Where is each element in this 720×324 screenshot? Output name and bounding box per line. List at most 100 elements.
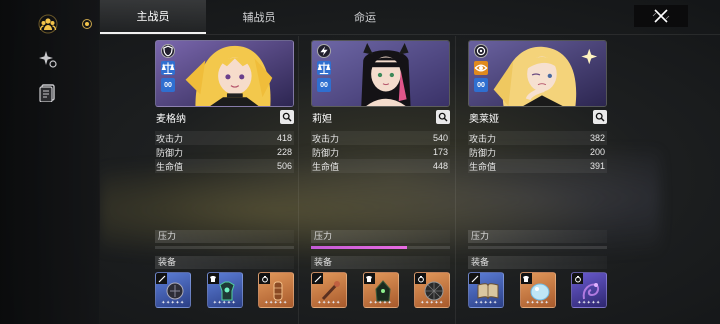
card-icon[interactable] [36,80,60,104]
close-button[interactable] [634,5,688,27]
operator-card: 00 莉妲 攻击力 540 防御力 173 生命值 448 压力 装备 ✦✦✦✦✦ ✦… [298,36,454,324]
pressure-label: 压力 [468,230,607,243]
stat-value: 382 [589,133,605,143]
search-icon [282,112,292,122]
stat-defense: 防御力 173 [311,145,450,159]
inspect-button[interactable] [436,110,450,124]
stat-label: 防御力 [469,147,497,158]
pressure-bar [311,246,450,249]
stat-hp: 生命值 506 [155,159,294,173]
inspect-button[interactable] [280,110,294,124]
search-icon [438,112,448,122]
stat-attack: 攻击力 418 [155,131,294,145]
stat-label: 生命值 [469,161,497,172]
operator-name: 奥莱娅 [469,113,499,125]
stat-label: 生命值 [312,161,340,172]
inspect-button[interactable] [593,110,607,124]
equipment-label: 装备 [468,256,607,269]
rarity-stars: ✦✦✦✦✦ [420,300,444,306]
equipment-slot-ring[interactable]: ✦✦✦✦✦ [258,272,294,308]
equipment-label: 装备 [311,256,450,269]
operator-card: 00 麦格纳 攻击力 418 防御力 228 生命值 506 压力 装备 ✦✦✦✦✦ … [142,36,298,324]
scales-icon [317,61,331,75]
sidebar [0,0,100,324]
stat-value: 418 [276,133,292,143]
stats-list: 攻击力 540 防御力 173 生命值 448 [311,131,450,173]
search-icon [595,112,605,122]
rank-badge: 00 [474,78,488,92]
equipment-slot-armor[interactable]: ✦✦✦✦✦ [362,272,399,308]
stats-list: 攻击力 418 防御力 228 生命值 506 [155,131,294,173]
close-icon [652,9,670,23]
rarity-stars: ✦✦✦✦✦ [525,300,550,306]
operator-name-row: 麦格纳 [155,109,294,125]
operator-name: 麦格纳 [156,113,186,125]
tab-destiny[interactable]: 命运 [312,0,418,34]
stat-label: 攻击力 [469,133,497,144]
stat-label: 攻击力 [312,133,340,144]
rarity-stars: ✦✦✦✦✦ [264,300,288,306]
operator-name-row: 奥莱娅 [468,109,607,125]
equipment-slots: ✦✦✦✦✦ ✦✦✦✦✦ ✦✦✦✦✦ [468,272,607,308]
pressure-label: 压力 [311,230,450,243]
stat-attack: 攻击力 540 [311,131,450,145]
scales-icon [161,61,175,75]
selection-marker-icon [82,19,92,29]
equipment-slot-weapon[interactable]: ✦✦✦✦✦ [311,272,347,308]
rarity-stars: ✦✦✦✦✦ [368,300,393,306]
operator-name-row: 莉妲 [311,109,450,125]
rarity-stars: ✦✦✦✦✦ [577,300,601,306]
equipment-slot-armor[interactable]: ✦✦✦✦✦ [206,272,243,308]
stat-label: 防御力 [156,147,184,158]
pressure-bar [468,246,607,249]
operator-portrait[interactable]: 00 [311,40,450,107]
stat-hp: 生命值 448 [311,159,450,173]
equipment-label: 装备 [155,256,294,269]
stats-list: 攻击力 382 防御力 200 生命值 391 [468,131,607,173]
stat-defense: 防御力 228 [155,145,294,159]
stat-attack: 攻击力 382 [468,131,607,145]
operator-card: 00 奥莱娅 攻击力 382 防御力 200 生命值 391 压力 装备 ✦✦✦✦✦ … [455,36,611,324]
equipment-slot-armor[interactable]: ✦✦✦✦✦ [519,272,556,308]
pressure-fill [311,246,407,249]
operator-portrait[interactable]: 00 [468,40,607,107]
rank-badge: 00 [317,78,331,92]
pressure-bar [155,246,294,249]
equipment-slot-weapon[interactable]: ✦✦✦✦✦ [155,272,191,308]
shield-icon [161,44,175,58]
rarity-stars: ✦✦✦✦✦ [161,300,185,306]
lightning-icon [317,44,331,58]
sparkle-icon[interactable] [36,47,60,71]
eye-icon [474,61,488,75]
operator-portrait[interactable]: 00 [155,40,294,107]
rarity-stars: ✦✦✦✦✦ [474,300,498,306]
equipment-slot-ring[interactable]: ✦✦✦✦✦ [414,272,450,308]
tab-support-operators[interactable]: 辅战员 [206,0,312,34]
stat-value: 228 [276,147,292,157]
stat-label: 生命值 [156,161,184,172]
stat-value: 540 [432,133,448,143]
tab-main-operators[interactable]: 主战员 [100,0,206,34]
stat-hp: 生命值 391 [468,159,607,173]
rarity-stars: ✦✦✦✦✦ [212,300,237,306]
rarity-stars: ✦✦✦✦✦ [317,300,341,306]
squad-icon[interactable] [36,12,60,36]
equipment-slots: ✦✦✦✦✦ ✦✦✦✦✦ ✦✦✦✦✦ [311,272,450,308]
stat-value: 391 [589,161,605,171]
equipment-slot-weapon[interactable]: ✦✦✦✦✦ [468,272,504,308]
operator-name: 莉妲 [312,113,332,125]
tab-bar: 主战员 辅战员 命运 [100,0,620,34]
stat-label: 攻击力 [156,133,184,144]
rank-badge: 00 [161,78,175,92]
pressure-label: 压力 [155,230,294,243]
stat-value: 200 [589,147,605,157]
stat-value: 448 [432,161,448,171]
circle-icon [474,44,488,58]
stat-value: 506 [276,161,292,171]
stat-label: 防御力 [312,147,340,158]
equipment-slots: ✦✦✦✦✦ ✦✦✦✦✦ ✦✦✦✦✦ [155,272,294,308]
header-divider [100,34,720,35]
stat-value: 173 [432,147,448,157]
stat-defense: 防御力 200 [468,145,607,159]
equipment-slot-ring[interactable]: ✦✦✦✦✦ [571,272,607,308]
